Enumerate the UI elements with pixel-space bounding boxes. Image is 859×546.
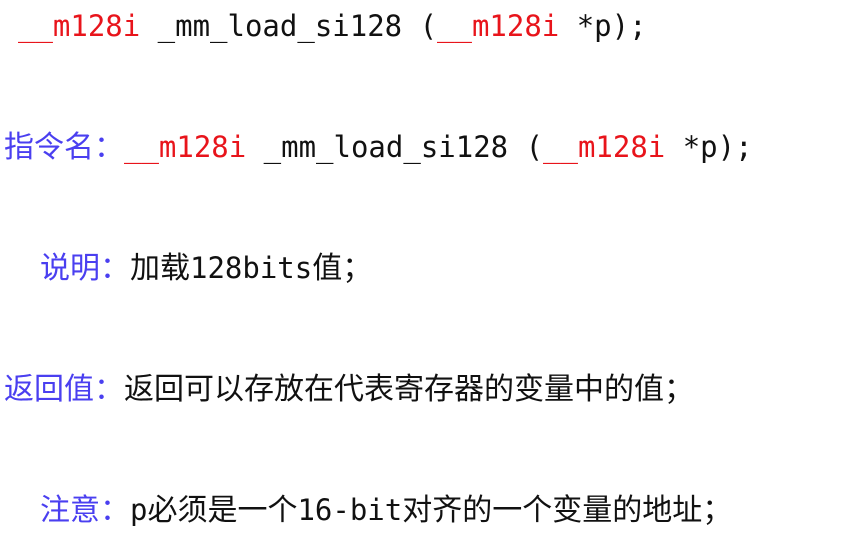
note-label: 注意： [40,493,130,528]
note-line: 注意：p必须是一个16-bit对齐的一个变量的地址； [40,490,732,531]
note-text-mono: 16-bit [297,493,403,527]
instruction-return-type: __m128i [124,130,247,164]
note-text-1: 必须是一个 [147,493,298,528]
instruction-param-rest: *p); [665,130,753,164]
description-text-pre: 加载 [130,251,190,286]
function-name: _mm_load_si128 ( [140,9,438,43]
return-type: __m128i [18,9,141,43]
return-value-label: 返回值： [4,372,124,407]
instruction-line: 指令名：__m128i _mm_load_si128 (__m128i *p); [4,127,753,168]
instruction-param-type: __m128i [543,130,666,164]
return-value-line: 返回值：返回可以存放在代表寄存器的变量中的值； [4,369,694,410]
function-signature: __m128i _mm_load_si128 (__m128i *p); [18,6,647,46]
return-value-text: 返回可以存放在代表寄存器的变量中的值； [124,372,694,407]
description-text-post: 值； [312,251,373,286]
note-text-p: p [130,493,148,527]
instruction-function-name: _mm_load_si128 ( [246,130,544,164]
description-line: 说明：加载128bits值； [40,248,372,289]
description-text-mono: 128bits [190,251,313,285]
description-label: 说明： [40,251,130,286]
param-rest: *p); [559,9,647,43]
param-type: __m128i [437,9,560,43]
instruction-label: 指令名： [4,130,124,165]
note-text-2: 对齐的一个变量的地址； [402,493,733,528]
